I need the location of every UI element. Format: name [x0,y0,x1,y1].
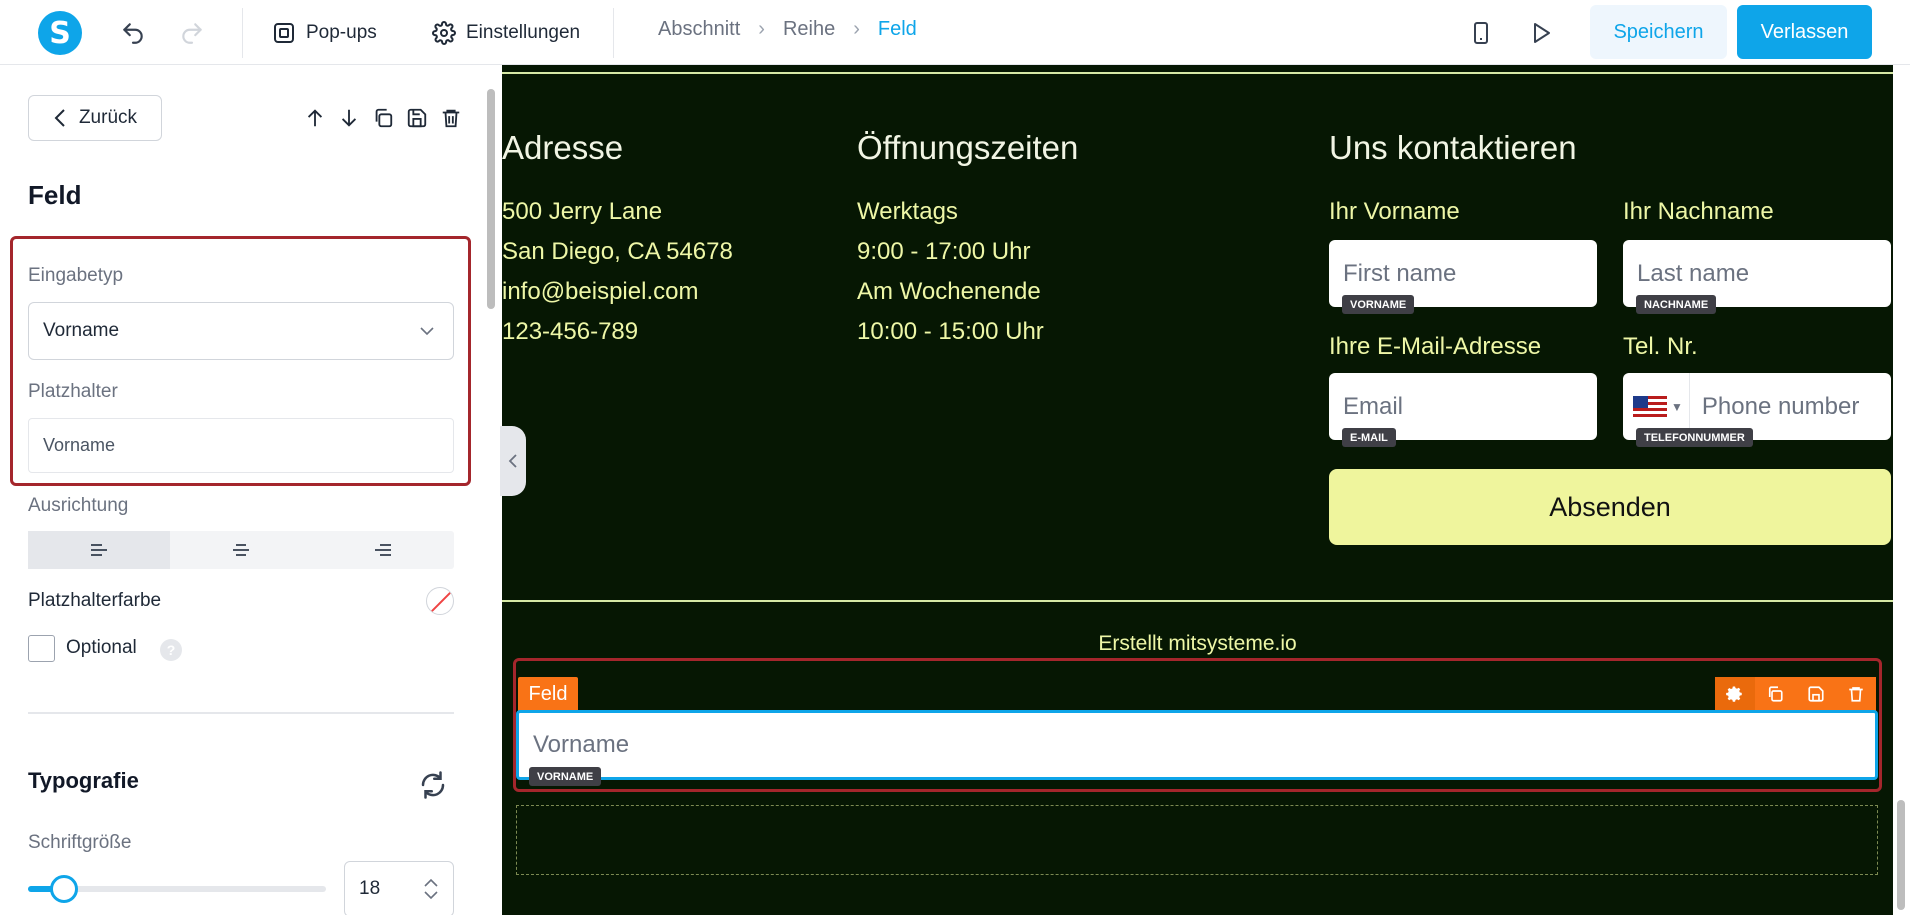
breadcrumb-field[interactable]: Feld [878,18,917,41]
typography-title: Typografie [28,768,139,793]
field-type-badge: TELEFONNUMMER [1636,428,1753,447]
section-divider [502,600,1893,602]
play-preview-icon[interactable] [1524,16,1558,50]
stepper-icon[interactable] [423,877,439,901]
copy-icon[interactable] [370,105,396,131]
input-type-select[interactable]: Vorname [28,302,454,360]
popups-button[interactable]: Pop-ups [272,16,377,50]
popup-icon [274,23,294,43]
arrow-up-icon[interactable] [302,105,328,131]
field-type-badge: NACHNAME [1636,295,1717,314]
alignment-toggle [28,531,454,569]
align-left-button[interactable] [28,531,170,569]
address-line: San Diego, CA 54678 [502,238,733,265]
trash-icon[interactable] [1836,677,1876,711]
address-line: 123-456-789 [502,318,639,345]
address-heading: Adresse [502,129,624,166]
reset-icon[interactable] [418,770,448,800]
copy-icon[interactable] [1755,677,1795,711]
alignment-label: Ausrichtung [28,495,129,516]
chevron-right-icon: › [758,18,765,40]
font-size-label: Schriftgröße [28,832,132,853]
chevron-left-icon [54,109,65,127]
section-divider [28,712,454,714]
exit-button[interactable]: Verlassen [1737,5,1872,59]
empty-drop-zone[interactable] [516,805,1878,875]
contact-heading: Uns kontaktieren [1329,129,1577,166]
optional-label: Optional [66,637,137,658]
page-canvas: Adresse 500 Jerry Lane San Diego, CA 546… [502,65,1893,915]
first-name-label: Ihr Vorname [1329,198,1460,225]
sidebar-scrollbar[interactable] [484,65,498,915]
align-right-button[interactable] [312,531,454,569]
color-picker-swatch[interactable] [426,587,454,615]
field-type-badge: E-MAIL [1342,428,1396,447]
save-template-icon[interactable] [404,105,430,131]
trash-icon[interactable] [438,105,464,131]
help-icon[interactable]: ? [160,639,182,661]
field-type-badge: VORNAME [529,767,602,786]
chevron-right-icon: › [853,18,860,40]
redo-icon[interactable] [175,16,209,50]
undo-icon[interactable] [116,16,150,50]
breadcrumb-row[interactable]: Reihe [783,18,835,41]
back-button[interactable]: Zurück [28,95,162,141]
field-element-toolbar [1715,677,1876,711]
last-name-label: Ihr Nachname [1623,198,1774,225]
panel-title: Feld [28,180,82,210]
font-size-input[interactable]: 18 [344,861,454,915]
settings-button[interactable]: Einstellungen [432,16,580,50]
save-template-icon[interactable] [1796,677,1836,711]
hours-line: 9:00 - 17:00 Uhr [857,238,1031,265]
input-type-label: Eingabetyp [28,265,124,286]
address-line: 500 Jerry Lane [502,198,663,225]
field-element-tag[interactable]: Feld [518,677,578,711]
toolbar-divider [242,8,243,58]
settings-sidebar: Zurück Feld Eingabetyp Vorname Platzhalt… [0,65,484,915]
hours-line: Am Wochenende [857,278,1041,305]
placeholder-color-label: Platzhalterfarbe [28,590,162,611]
align-center-icon [233,544,249,556]
email-label: Ihre E-Mail-Adresse [1329,333,1542,360]
canvas-scrollbar[interactable] [1893,65,1910,915]
us-flag-icon[interactable] [1633,395,1667,418]
breadcrumb: Abschnitt › Reihe › Feld [658,18,917,41]
field-type-badge: VORNAME [1342,295,1415,314]
systeme-logo[interactable]: S [38,11,82,55]
save-button[interactable]: Speichern [1590,5,1727,59]
scrollbar-thumb[interactable] [1897,800,1905,910]
gear-icon[interactable] [1715,677,1756,711]
chevron-down-icon [420,327,434,336]
mobile-preview-icon[interactable] [1464,16,1498,50]
toolbar-divider [613,8,614,58]
section-divider [502,72,1893,74]
align-right-icon [375,544,391,556]
align-left-icon [91,544,107,556]
hours-line: 10:00 - 15:00 Uhr [857,318,1044,345]
font-size-slider[interactable] [28,875,326,903]
hours-line: Werktags [857,198,958,225]
collapse-sidebar-button[interactable] [500,426,526,496]
scrollbar-thumb[interactable] [487,89,495,309]
align-center-button[interactable] [170,531,312,569]
optional-checkbox[interactable] [28,635,55,662]
breadcrumb-section[interactable]: Abschnitt [658,18,740,41]
arrow-down-icon[interactable] [336,105,362,131]
hours-heading: Öffnungszeiten [857,129,1079,166]
address-line: info@beispiel.com [502,278,699,305]
submit-button[interactable]: Absenden [1329,469,1891,545]
top-toolbar: S Pop-ups Einstellungen Abschnitt › Reih… [0,0,1910,65]
credit-text: Erstellt mitsysteme.io [1098,632,1297,655]
slider-thumb[interactable] [50,875,78,903]
caret-down-icon[interactable]: ▼ [1671,400,1683,414]
chevron-left-icon [508,454,517,468]
phone-label: Tel. Nr. [1623,333,1698,360]
selected-first-name-field[interactable]: Vorname [516,710,1878,780]
gear-icon [432,21,456,45]
placeholder-label: Platzhalter [28,381,118,402]
placeholder-input[interactable]: Vorname [28,418,454,473]
element-actions [302,105,464,131]
